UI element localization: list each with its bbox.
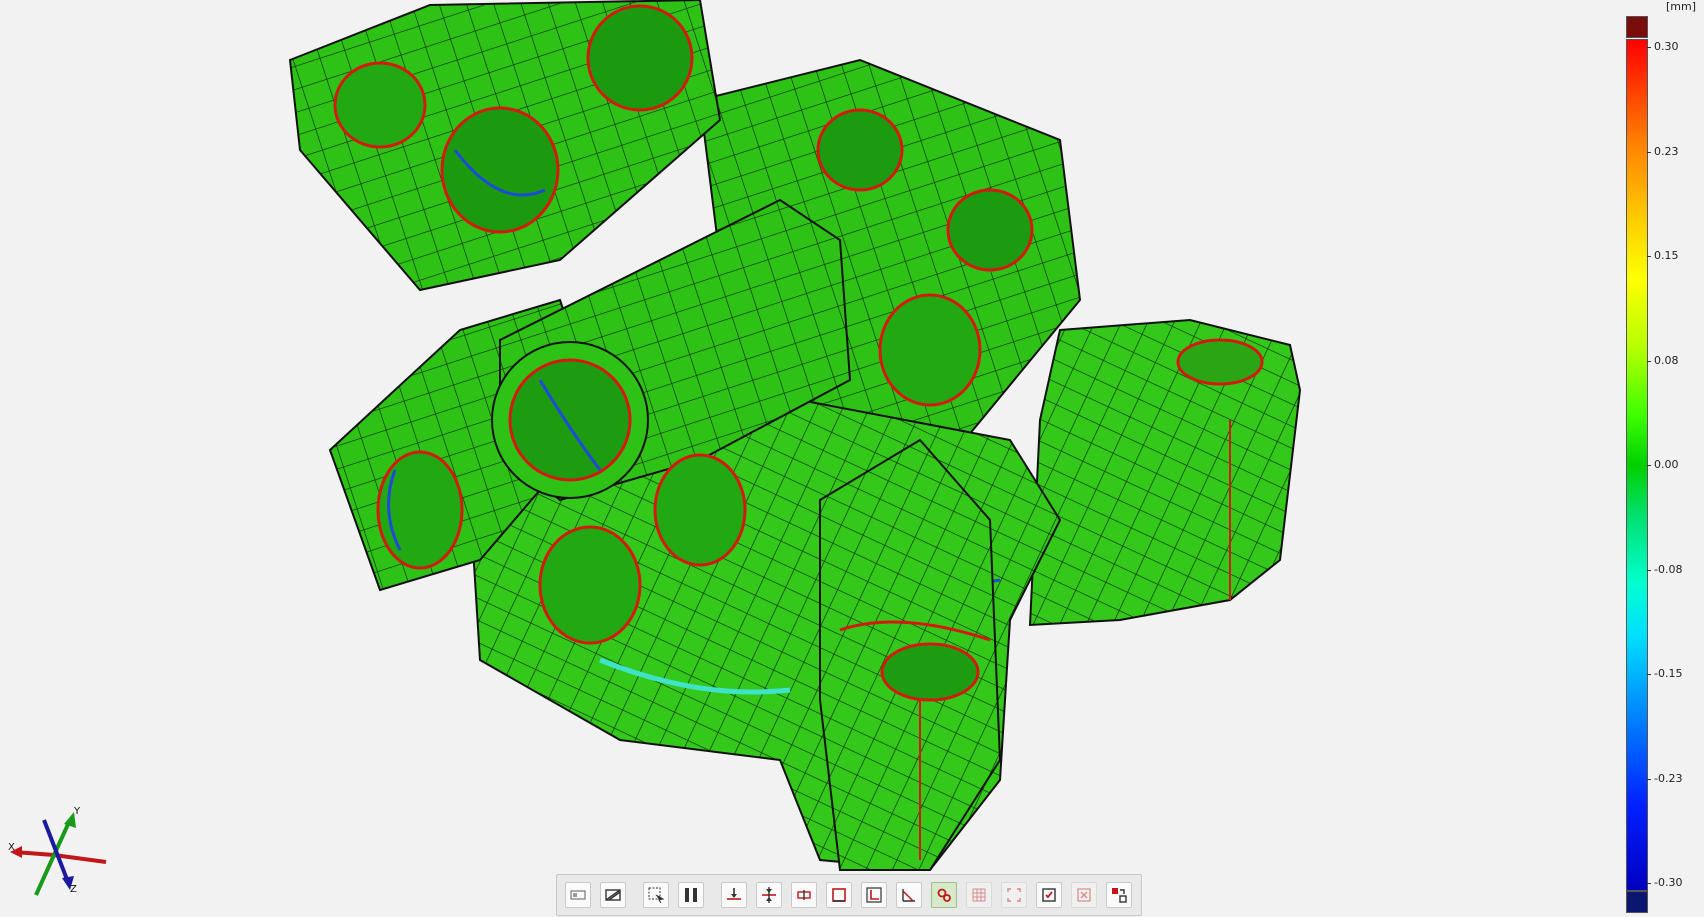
datum-icon [866, 887, 882, 903]
frame-icon [832, 888, 846, 902]
align-center-button[interactable] [756, 882, 782, 908]
deviation-color-scale: [mm] 0.30 0.23 0.15 0.08 0.00 -0.08 -0.15 -0.23… [1626, 0, 1704, 917]
axis-y-label: Y [74, 806, 81, 817]
scale-tick-label: 0.23 [1654, 144, 1679, 158]
checklist-icon [1042, 888, 1056, 902]
scale-tick [1647, 465, 1651, 466]
scale-tick [1647, 569, 1651, 571]
select-region-button[interactable] [643, 882, 669, 908]
scale-over-range-swatch [1626, 16, 1648, 38]
checklist-button[interactable] [1036, 882, 1062, 908]
3d-viewport[interactable]: X Y Z [mm] 0.30 0.23 0.15 0.08 0.00 -0.08 -0.1… [0, 0, 1704, 917]
delete-icon [1077, 888, 1091, 902]
axis-triad: X Y Z [4, 800, 114, 900]
hide-show-icon [605, 889, 621, 901]
scale-tick-label: -0.08 [1654, 562, 1683, 576]
hide-show-button[interactable] [600, 882, 626, 908]
angle-measure-icon [902, 889, 915, 902]
bottom-toolbar [556, 874, 1142, 916]
scale-under-range-swatch [1626, 891, 1648, 913]
section-icon [797, 890, 811, 900]
align-bottom-icon [727, 888, 741, 900]
scale-tick [1647, 883, 1651, 884]
scale-tick [1647, 778, 1651, 780]
hole [1176, 338, 1264, 386]
axis-z-label: Z [70, 884, 77, 895]
scale-tick-label: 0.15 [1654, 249, 1679, 262]
angle-measure-button[interactable] [896, 882, 922, 908]
axis-x-label: X [8, 842, 15, 853]
deviation-points-button[interactable] [931, 882, 957, 908]
scale-tick-label: 0.30 [1654, 40, 1679, 53]
fit-view-button[interactable] [1001, 882, 1027, 908]
select-region-icon [648, 887, 665, 904]
scale-tick [1647, 256, 1651, 257]
datum-button[interactable] [861, 882, 887, 908]
delete-button[interactable] [1071, 882, 1097, 908]
scale-tick-label: -0.15 [1654, 667, 1683, 680]
split-view-button[interactable] [678, 882, 704, 908]
scale-tick [1647, 47, 1651, 48]
grid-mesh-icon [972, 888, 986, 902]
scale-tick [1647, 360, 1651, 362]
split-view-icon [685, 888, 697, 902]
fit-view-icon [1007, 888, 1021, 902]
scale-tick-label: 0.08 [1654, 353, 1679, 367]
scale-tick [1647, 151, 1651, 153]
grid-mesh-button[interactable] [966, 882, 992, 908]
align-center-icon [762, 887, 776, 903]
display-mode-button[interactable] [565, 882, 591, 908]
scale-tick-label: -0.23 [1654, 771, 1683, 785]
align-bottom-button[interactable] [721, 882, 747, 908]
deviation-color-map-model[interactable] [0, 0, 1500, 917]
report-export-button[interactable] [1106, 882, 1132, 908]
scale-unit-label: [mm] [1665, 0, 1696, 13]
section-button[interactable] [791, 882, 817, 908]
scale-tick [1647, 674, 1651, 675]
frame-button[interactable] [826, 882, 852, 908]
scale-tick-label: 0.00 [1654, 458, 1679, 471]
scale-tick-label: -0.30 [1654, 876, 1683, 889]
report-export-icon [1112, 888, 1127, 903]
scale-gradient-bar [1626, 39, 1648, 891]
deviation-points-icon [937, 888, 951, 902]
display-mode-icon [570, 890, 586, 900]
